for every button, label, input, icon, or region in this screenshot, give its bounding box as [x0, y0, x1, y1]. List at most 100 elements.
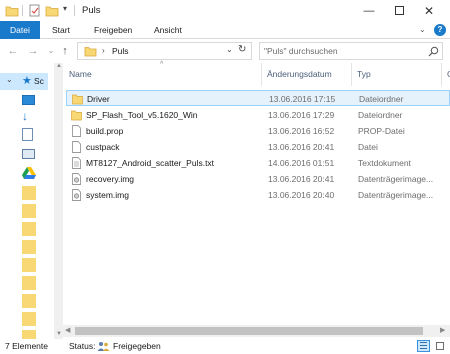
folder-icon: [71, 110, 82, 121]
folder-icon[interactable]: [22, 204, 36, 218]
folder-icon[interactable]: [22, 222, 36, 236]
file-row[interactable]: system.img 13.06.2016 20:40 Datenträgeri…: [66, 187, 450, 203]
help-icon[interactable]: ?: [434, 24, 446, 36]
tab-ansicht[interactable]: Ansicht: [146, 21, 190, 39]
downloads-icon[interactable]: ↓: [22, 109, 28, 123]
folder-icon: [5, 6, 19, 17]
status-value: Freigegeben: [113, 341, 161, 351]
up-button[interactable]: ↑: [58, 44, 72, 58]
minimize-button[interactable]: —: [354, 0, 384, 21]
disk-image-icon: [72, 173, 81, 185]
scrollbar-thumb[interactable]: [75, 327, 423, 335]
column-headers: ^ Name Änderungsdatum Typ G: [63, 61, 450, 86]
search-box[interactable]: "Puls" durchsuchen: [259, 42, 443, 60]
breadcrumb-separator-icon: ›: [102, 46, 105, 55]
folder-icon[interactable]: [22, 258, 36, 272]
scroll-up-icon[interactable]: ▲: [56, 63, 62, 69]
desktop-icon[interactable]: [22, 95, 35, 105]
breadcrumb-current[interactable]: Puls: [112, 46, 129, 56]
column-header-type[interactable]: Typ: [351, 63, 441, 86]
folder-icon[interactable]: [22, 276, 36, 290]
chevron-down-icon: ⌄: [47, 46, 55, 55]
chevron-down-icon: ⌄: [6, 75, 13, 84]
file-icon: [72, 125, 81, 137]
file-name: custpack: [86, 142, 120, 152]
file-date: 13.06.2016 16:52: [268, 126, 335, 136]
file-date: 13.06.2016 20:40: [268, 190, 335, 200]
column-header-size[interactable]: G: [441, 63, 450, 86]
forward-arrow-icon: →: [27, 45, 39, 57]
tab-datei[interactable]: Datei: [0, 21, 40, 39]
folder-icon: [72, 94, 83, 105]
google-drive-icon[interactable]: [22, 167, 36, 179]
file-name: build.prop: [86, 126, 124, 136]
file-row[interactable]: recovery.img 13.06.2016 20:41 Datenträge…: [66, 171, 450, 187]
address-bar[interactable]: › Puls ⌄ ↻: [77, 42, 252, 60]
maximize-icon: [394, 6, 404, 15]
text-file-icon: [72, 157, 81, 169]
column-header-name[interactable]: Name: [63, 63, 261, 86]
folder-icon[interactable]: [22, 330, 36, 339]
file-date: 13.06.2016 17:15: [269, 94, 336, 104]
file-type: Dateiordner: [358, 110, 403, 120]
up-arrow-icon: ↑: [62, 45, 68, 57]
search-placeholder: "Puls" durchsuchen: [264, 46, 338, 56]
scroll-right-icon[interactable]: ▶: [440, 326, 445, 334]
file-name: Driver: [87, 94, 110, 104]
navigation-pane-scrollbar[interactable]: ▲ ▼: [54, 63, 63, 339]
file-name: SP_Flash_Tool_v5.1620_Win: [86, 110, 198, 120]
window-title: Puls: [82, 5, 101, 16]
column-header-date[interactable]: Änderungsdatum: [261, 63, 351, 86]
folder-icon: [84, 47, 97, 57]
file-date: 14.06.2016 01:51: [268, 158, 335, 168]
folder-icon[interactable]: [22, 294, 36, 308]
search-icon: [428, 46, 439, 57]
navigation-pane: ⌄ ★ Sc ↓: [0, 63, 48, 339]
address-dropdown-icon[interactable]: ⌄: [226, 45, 233, 54]
tab-start[interactable]: Start: [44, 21, 78, 39]
status-label: Status:: [69, 341, 96, 351]
minimize-icon: —: [363, 4, 375, 17]
separator: [22, 5, 23, 16]
file-row[interactable]: SP_Flash_Tool_v5.1620_Win 13.06.2016 17:…: [66, 107, 450, 123]
quick-access-dropdown-icon[interactable]: ▾: [63, 4, 67, 13]
file-row[interactable]: custpack 13.06.2016 20:41 Datei: [66, 139, 450, 155]
file-type: Datenträgerimage...: [358, 190, 434, 200]
file-name: recovery.img: [86, 174, 135, 184]
file-row[interactable]: MT8127_Android_scatter_Puls.txt 14.06.20…: [66, 155, 450, 171]
nav-item-quick-access[interactable]: ⌄ ★ Sc: [0, 73, 48, 90]
documents-icon[interactable]: [22, 128, 33, 141]
horizontal-scrollbar[interactable]: ◀ ▶: [63, 325, 450, 337]
properties-icon[interactable]: [28, 4, 41, 17]
large-icons-view-button[interactable]: [434, 340, 447, 352]
close-button[interactable]: ✕: [414, 0, 444, 21]
ribbon: Datei Start Freigeben Ansicht ⌄ ?: [0, 21, 450, 39]
forward-button[interactable]: →: [26, 44, 40, 58]
close-icon: ✕: [423, 3, 435, 18]
back-button[interactable]: ←: [6, 44, 20, 58]
file-date: 13.06.2016 20:41: [268, 142, 335, 152]
tab-freigeben[interactable]: Freigeben: [86, 21, 140, 39]
nav-item-label: Sc: [34, 76, 44, 86]
recent-locations-button[interactable]: ⌄: [44, 44, 58, 58]
pictures-icon[interactable]: [22, 149, 35, 159]
separator: [74, 5, 75, 16]
file-date: 13.06.2016 20:41: [268, 174, 335, 184]
file-row[interactable]: build.prop 13.06.2016 16:52 PROP-Datei: [66, 123, 450, 139]
file-type: Datei: [358, 142, 378, 152]
scroll-left-icon[interactable]: ◀: [65, 326, 70, 334]
new-folder-icon[interactable]: [45, 4, 59, 17]
folder-icon[interactable]: [22, 312, 36, 326]
details-view-button[interactable]: [417, 340, 430, 352]
file-row[interactable]: Driver 13.06.2016 17:15 Dateiordner: [66, 90, 450, 106]
star-icon: ★: [22, 75, 32, 87]
refresh-icon[interactable]: ↻: [238, 44, 246, 55]
shared-users-icon: [97, 342, 110, 351]
maximize-button[interactable]: [384, 0, 414, 21]
folder-icon[interactable]: [22, 240, 36, 254]
file-type: PROP-Datei: [358, 126, 405, 136]
ribbon-expand-icon[interactable]: ⌄: [419, 25, 426, 34]
scroll-down-icon[interactable]: ▼: [56, 331, 62, 337]
file-date: 13.06.2016 17:29: [268, 110, 335, 120]
folder-icon[interactable]: [22, 186, 36, 200]
